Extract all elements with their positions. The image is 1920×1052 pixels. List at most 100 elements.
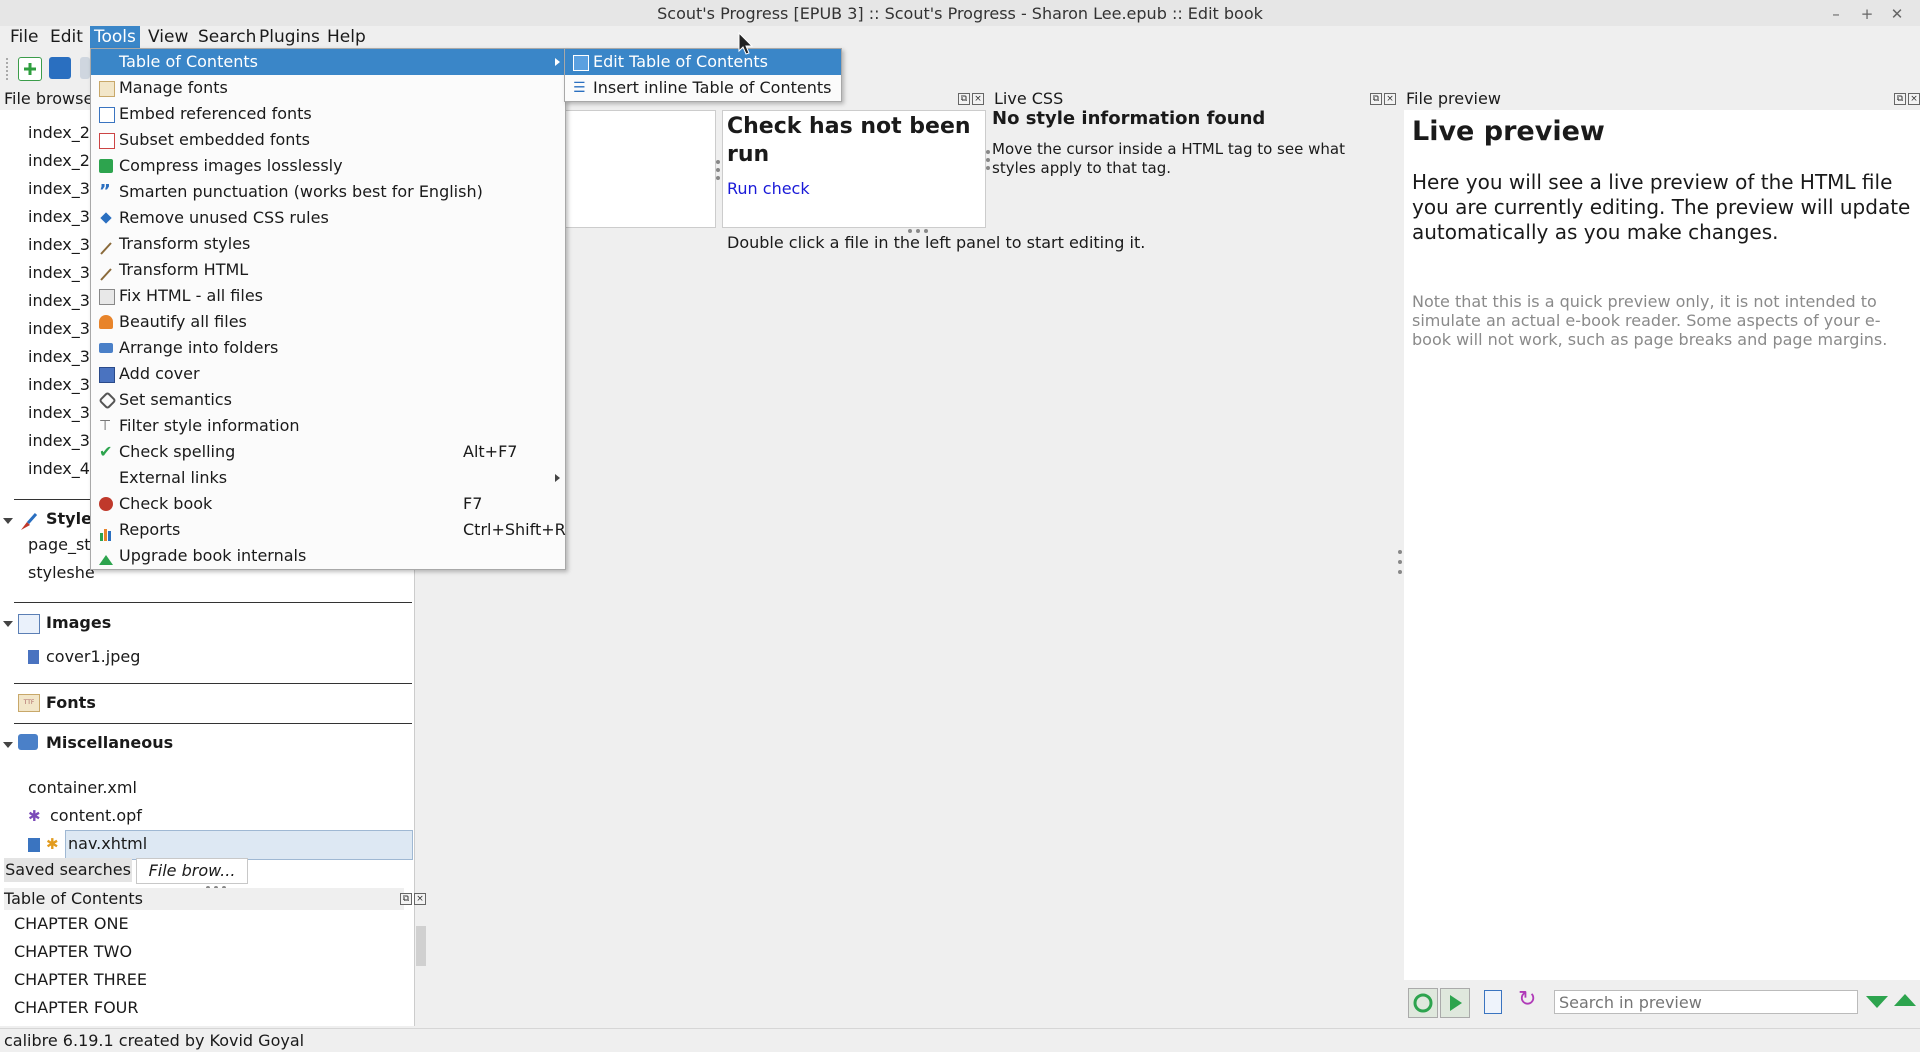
- preview-note: Note that this is a quick preview only, …: [1412, 292, 1888, 349]
- fonts-icon: TTF: [18, 694, 40, 712]
- reload-icon[interactable]: ↻: [1518, 988, 1542, 1012]
- close-panel-icon[interactable]: ×: [972, 93, 984, 105]
- open-folder-icon[interactable]: [49, 57, 71, 79]
- menu-item-embed-fonts[interactable]: Embed referenced fonts: [91, 101, 565, 127]
- expand-arrow-icon[interactable]: [3, 742, 13, 748]
- find-previous-icon[interactable]: [1894, 994, 1916, 1006]
- menu-item-table-of-contents[interactable]: Table of Contents: [91, 49, 565, 75]
- live-css-title: Live CSS: [994, 88, 1294, 110]
- auto-refresh-icon[interactable]: [1408, 988, 1438, 1018]
- save-icon[interactable]: [80, 57, 90, 79]
- splitter-grip[interactable]: [986, 150, 990, 154]
- menu-item-upgrade-internals[interactable]: Upgrade book internals: [91, 543, 565, 569]
- live-css-dock: Live CSS ⧉ × No style information found …: [990, 88, 1400, 228]
- splitter-grip[interactable]: [1398, 550, 1402, 554]
- toc-item[interactable]: CHAPTER THREE: [14, 966, 147, 994]
- menu-item-smarten-punctuation[interactable]: ” Smarten punctuation (works best for En…: [91, 179, 565, 205]
- float-icon[interactable]: ⧉: [958, 93, 970, 105]
- toc-title: Table of Contents: [4, 888, 404, 910]
- menu-item-arrange-folders[interactable]: Arrange into folders: [91, 335, 565, 361]
- float-icon[interactable]: ⧉: [1894, 93, 1906, 105]
- menu-item-external-links[interactable]: External links: [91, 465, 565, 491]
- category-separator: [14, 602, 412, 603]
- tab-file-browser[interactable]: File brow...: [136, 858, 248, 884]
- toc-scrollbar[interactable]: [414, 910, 427, 1026]
- menu-item-add-cover[interactable]: Add cover: [91, 361, 565, 387]
- submenu-arrow-icon: [555, 474, 560, 482]
- menu-edit[interactable]: Edit: [46, 26, 87, 48]
- wand-icon: [99, 237, 113, 255]
- maximize-button[interactable]: +: [1857, 0, 1877, 28]
- close-panel-icon[interactable]: ×: [1384, 93, 1396, 105]
- menu-item-check-book[interactable]: Check book F7: [91, 491, 565, 517]
- float-icon[interactable]: ⧉: [1370, 93, 1382, 105]
- live-css-text: Move the cursor inside a HTML tag to see…: [992, 140, 1345, 177]
- file-item[interactable]: content.opf: [50, 803, 142, 829]
- minimize-button[interactable]: –: [1826, 0, 1846, 28]
- menu-item-transform-styles[interactable]: Transform styles: [91, 231, 565, 257]
- image-file-icon: [28, 650, 39, 664]
- scrollbar-thumb[interactable]: [416, 926, 426, 966]
- file-item[interactable]: container.xml: [28, 775, 137, 801]
- toc-item[interactable]: CHAPTER ONE: [14, 910, 129, 938]
- toc-submenu: Edit Table of Contents ☰ Insert inline T…: [564, 48, 842, 102]
- menu-item-remove-unused-css[interactable]: Remove unused CSS rules: [91, 205, 565, 231]
- menu-item-edit-toc[interactable]: Edit Table of Contents: [565, 49, 841, 75]
- toc-item[interactable]: CHAPTER FOUR: [14, 994, 139, 1022]
- expand-arrow-icon[interactable]: [3, 621, 13, 627]
- file-item[interactable]: styleshe: [28, 560, 95, 586]
- menu-tools[interactable]: Tools: [90, 26, 140, 48]
- new-file-icon[interactable]: [18, 57, 42, 81]
- window-title: Scout's Progress [EPUB 3] :: Scout's Pro…: [657, 4, 1263, 23]
- sync-play-icon[interactable]: [1440, 988, 1470, 1018]
- expand-arrow-icon[interactable]: [3, 518, 13, 524]
- splitter-grip[interactable]: [716, 160, 720, 164]
- menu-help[interactable]: Help: [323, 26, 370, 48]
- tools-dropdown-menu: Table of Contents Manage fonts Embed ref…: [90, 48, 566, 570]
- menu-item-insert-inline-toc[interactable]: ☰ Insert inline Table of Contents: [565, 75, 841, 101]
- list-icon: ☰: [573, 80, 586, 96]
- category-miscellaneous[interactable]: Miscellaneous: [46, 728, 173, 758]
- search-in-preview-input[interactable]: [1554, 990, 1858, 1014]
- menu-file[interactable]: File: [6, 26, 42, 48]
- menu-item-filter-style[interactable]: ⊤ Filter style information: [91, 413, 565, 439]
- tab-saved-searches[interactable]: Saved searches: [4, 858, 132, 882]
- file-item-selected[interactable]: nav.xhtml: [68, 831, 147, 857]
- splitter-grip: [1398, 570, 1402, 574]
- menu-plugins[interactable]: Plugins: [255, 26, 324, 48]
- split-file-icon[interactable]: [1484, 990, 1502, 1014]
- toc-star-icon: ✱: [46, 835, 59, 853]
- menu-item-subset-fonts[interactable]: Subset embedded fonts: [91, 127, 565, 153]
- close-button[interactable]: ✕: [1887, 0, 1907, 28]
- find-next-icon[interactable]: [1866, 996, 1888, 1008]
- menu-search[interactable]: Search: [194, 26, 260, 48]
- menu-item-fix-html[interactable]: Fix HTML - all files: [91, 283, 565, 309]
- splitter-grip: [1398, 560, 1402, 564]
- menu-item-manage-fonts[interactable]: Manage fonts: [91, 75, 565, 101]
- float-icon[interactable]: ⧉: [400, 893, 412, 905]
- toc-item[interactable]: CHAPTER TWO: [14, 938, 132, 966]
- file-item[interactable]: cover1.jpeg: [46, 644, 140, 670]
- menu-item-compress-images[interactable]: Compress images losslessly: [91, 153, 565, 179]
- edit-toc-icon: [573, 55, 589, 71]
- menu-item-check-spelling[interactable]: ✔ Check spelling Alt+F7: [91, 439, 565, 465]
- menu-item-transform-html[interactable]: Transform HTML: [91, 257, 565, 283]
- folders-icon: [99, 343, 113, 353]
- checkmark-icon: ✔: [99, 442, 113, 461]
- fix-html-icon: [99, 289, 115, 305]
- menu-item-set-semantics[interactable]: Set semantics: [91, 387, 565, 413]
- menubar: File Edit Tools View Search Plugins Help: [0, 26, 1920, 48]
- category-separator: [14, 723, 412, 724]
- menu-item-beautify[interactable]: Beautify all files: [91, 309, 565, 335]
- status-bar: calibre 6.19.1 created by Kovid Goyal: [0, 1028, 1920, 1052]
- close-panel-icon[interactable]: ×: [414, 893, 426, 905]
- category-fonts[interactable]: Fonts: [46, 688, 96, 718]
- category-images[interactable]: Images: [46, 608, 111, 638]
- opf-icon: ✱: [28, 807, 41, 825]
- splitter-grip: [986, 158, 990, 162]
- run-check-link[interactable]: Run check: [727, 179, 810, 198]
- images-icon: [18, 614, 40, 634]
- close-panel-icon[interactable]: ×: [1908, 93, 1920, 105]
- menu-view[interactable]: View: [144, 26, 192, 48]
- menu-item-reports[interactable]: Reports Ctrl+Shift+R: [91, 517, 566, 543]
